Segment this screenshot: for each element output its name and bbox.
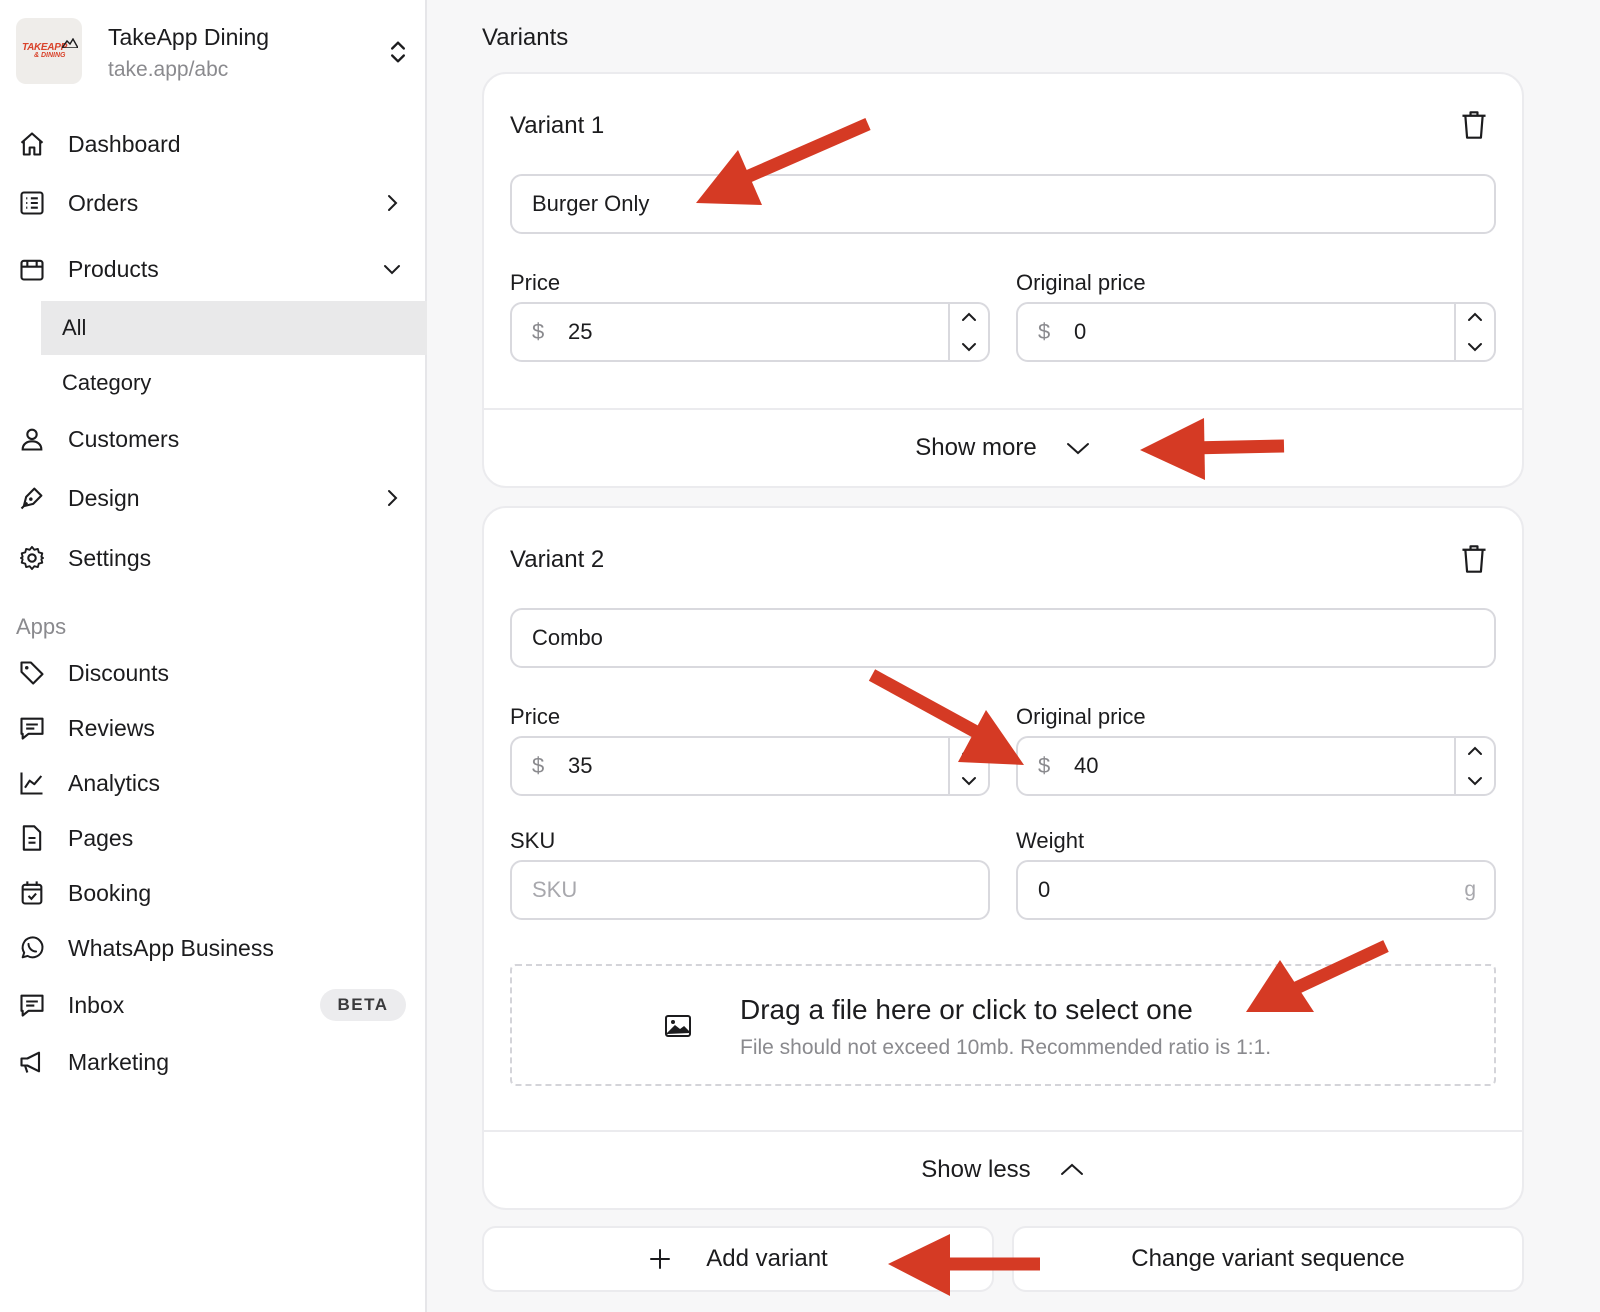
calendar-check-icon [21,881,43,905]
line-chart-icon [20,772,43,795]
price-stepper[interactable] [948,304,988,360]
sidebar-item-analytics[interactable]: Analytics [0,756,427,810]
sidebar-item-dashboard[interactable]: Dashboard [0,117,427,171]
page-title: Variants [482,24,569,51]
image-dropzone[interactable]: Drag a file here or click to select one … [510,964,1496,1086]
sidebar-item-products[interactable]: Products [0,242,427,296]
show-less-button[interactable]: Show less [484,1130,1522,1208]
store-switcher[interactable]: TAKEAPP & DINING TakeApp Dining take.app… [16,18,412,84]
apps-section-label: Apps [16,614,67,639]
pen-nib-icon [20,487,43,510]
chevron-right-icon [388,490,398,506]
sidebar-item-whatsapp[interactable]: WhatsApp Business [0,921,427,975]
sidebar: TAKEAPP & DINING TakeApp Dining take.app… [0,0,427,1312]
weight-unit: g [1464,878,1476,901]
chevron-up-icon[interactable] [960,310,978,324]
chevron-up-icon[interactable] [1466,310,1484,324]
chat-icon [20,717,44,740]
chevron-down-icon[interactable] [1466,340,1484,354]
sidebar-item-customers[interactable]: Customers [0,412,427,466]
image-icon [665,1015,691,1037]
list-icon [20,191,44,215]
plus-icon [650,1249,671,1269]
sidebar-item-booking[interactable]: Booking [0,866,427,920]
add-variant-button[interactable]: Add variant [482,1226,994,1292]
whatsapp-icon [21,936,44,959]
variant-1-price-label: Price [510,270,561,295]
trash-icon[interactable] [1460,544,1488,574]
chevron-down-icon[interactable] [960,340,978,354]
chevron-up-icon[interactable] [960,744,978,758]
variant-2-original-price-label: Original price [1016,704,1146,729]
variant-1-original-price-label: Original price [1016,270,1146,295]
sidebar-item-reviews[interactable]: Reviews [0,701,427,755]
gear-icon [19,545,45,571]
variant-2-title: Variant 2 [510,546,605,573]
variant-1-title: Variant 1 [510,112,605,139]
chevron-down-icon [1066,443,1089,455]
trash-icon[interactable] [1460,110,1488,140]
beta-badge: BETA [320,989,406,1021]
variant-2-card: Variant 2 Combo Price $ 35 Original pric… [482,506,1524,1210]
original-price-stepper[interactable] [1454,304,1494,360]
sidebar-item-inbox[interactable]: Inbox BETA [0,978,427,1032]
home-icon [20,132,44,156]
chevron-down-icon [384,265,400,275]
variant-2-weight-label: Weight [1016,828,1085,853]
variant-1-original-price-input[interactable]: $ 0 [1016,302,1496,362]
variant-2-weight-input[interactable]: 0 g [1016,860,1496,920]
sidebar-subitem-category[interactable]: Category [41,356,427,410]
price-stepper[interactable] [948,738,988,794]
variant-2-sku-label: SKU [510,828,556,853]
document-icon [22,825,42,851]
chevron-right-icon [388,195,398,211]
variant-2-price-label: Price [510,704,561,729]
sidebar-item-discounts[interactable]: Discounts [0,646,427,700]
variant-2-original-price-input[interactable]: $ 40 [1016,736,1496,796]
store-logo: TAKEAPP & DINING [16,18,82,84]
variant-1-card: Variant 1 Burger Only Price $ 25 Origina… [482,72,1524,488]
change-variant-sequence-button[interactable]: Change variant sequence [1012,1226,1524,1292]
dropzone-hint: File should not exceed 10mb. Recommended… [740,1036,1272,1059]
sidebar-item-marketing[interactable]: Marketing [0,1035,427,1089]
variant-2-sku-input[interactable]: SKU [510,860,990,920]
chevron-down-icon[interactable] [1466,774,1484,788]
megaphone-icon [20,1051,41,1073]
sidebar-item-orders[interactable]: Orders [0,176,427,230]
show-more-button[interactable]: Show more [484,408,1522,486]
variant-2-name-input[interactable]: Combo [510,608,1496,668]
variant-1-price-input[interactable]: $ 25 [510,302,990,362]
tag-icon [20,661,44,685]
sidebar-item-design[interactable]: Design [0,471,427,525]
store-name: TakeApp Dining [108,24,270,50]
message-icon [20,994,44,1017]
variant-1-name-input[interactable]: Burger Only [510,174,1496,234]
chevron-up-down-icon[interactable] [384,38,412,66]
original-price-stepper[interactable] [1454,738,1494,794]
sidebar-subitem-all[interactable]: All [41,301,427,355]
chevron-down-icon[interactable] [960,774,978,788]
dropzone-title: Drag a file here or click to select one [740,994,1193,1025]
store-url: take.app/abc [108,58,229,81]
mountain-icon [62,38,78,48]
user-icon [21,428,43,451]
variant-2-price-input[interactable]: $ 35 [510,736,990,796]
sidebar-item-settings[interactable]: Settings [0,531,427,585]
box-icon [20,259,44,281]
chevron-up-icon[interactable] [1466,744,1484,758]
chevron-up-icon [1060,1163,1083,1175]
sidebar-item-pages[interactable]: Pages [0,811,427,865]
